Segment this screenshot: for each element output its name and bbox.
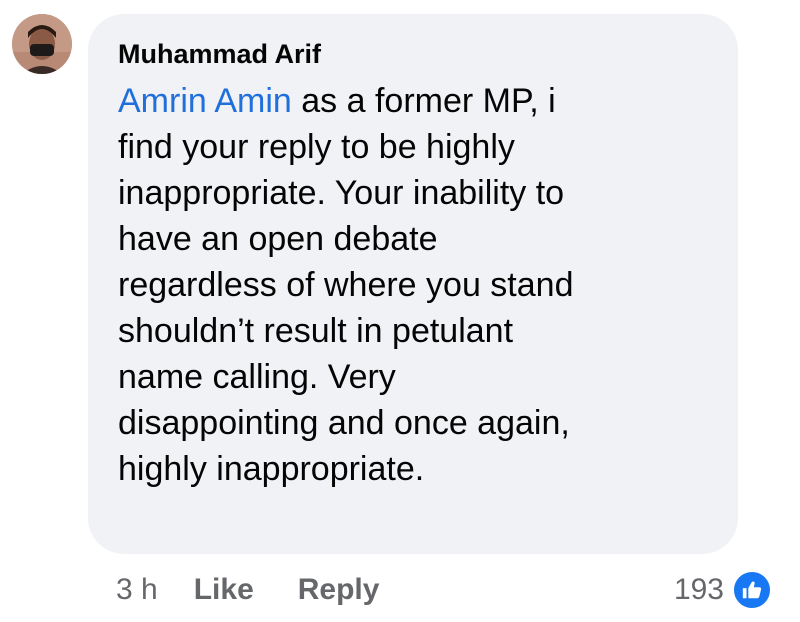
reaction-summary[interactable]: 193 (674, 568, 772, 612)
comment-line: highly inappropriate. (118, 450, 425, 488)
comment-timestamp[interactable]: 3 h (116, 573, 158, 607)
reaction-count: 193 (673, 573, 724, 606)
comment: Muhammad Arif Amrin Amin as a former MP,… (0, 0, 800, 622)
comment-line: have an open debate (118, 220, 438, 258)
comment-line: shouldn’t result in petulant (118, 312, 514, 350)
comment-bubble: Muhammad Arif Amrin Amin as a former MP,… (88, 14, 738, 554)
comment-author[interactable]: Muhammad Arif (118, 36, 708, 72)
comment-line: inappropriate. Your inability to (118, 174, 565, 212)
avatar[interactable] (12, 14, 72, 74)
comment-line-text: as a former MP, i (291, 82, 556, 120)
thumbs-up-glyph (742, 581, 762, 599)
comment-line: disappointing and once again, (118, 404, 570, 442)
comment-line: name calling. Very (118, 358, 396, 396)
avatar-image (12, 14, 72, 74)
comment-actions: 3 h Like Reply (116, 568, 379, 612)
reply-button[interactable]: Reply (298, 573, 380, 607)
comment-line: find your reply to be highly (118, 128, 515, 166)
comment-line: Amrin Amin as a former MP, i (118, 78, 708, 124)
thumbs-up-icon (732, 570, 772, 610)
comment-line: regardless of where you stand (118, 266, 574, 304)
comment-text: Amrin Amin as a former MP, i find your r… (118, 78, 708, 492)
mention-link[interactable]: Amrin Amin (118, 82, 292, 120)
like-button[interactable]: Like (194, 573, 254, 607)
